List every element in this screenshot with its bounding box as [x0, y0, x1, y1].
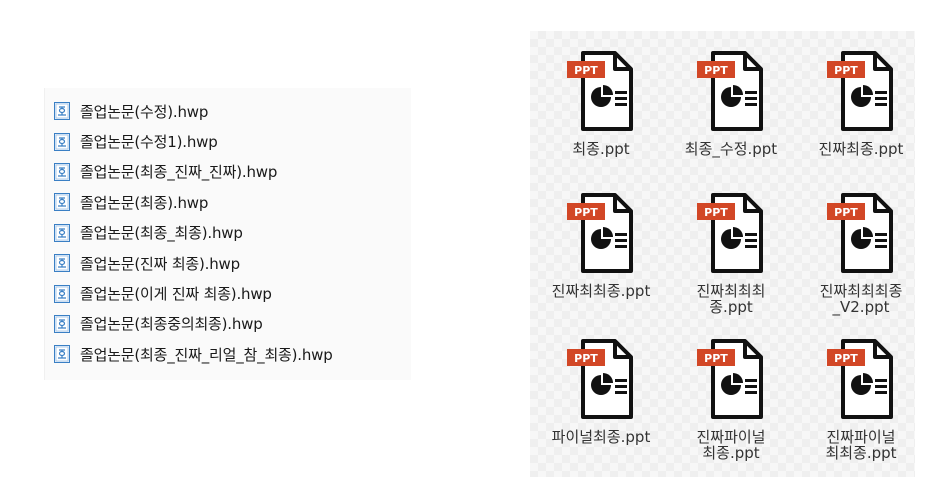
ppt-file-name-line: 진짜최최종.ppt — [551, 282, 651, 300]
ppt-document-icon: PPT — [567, 339, 633, 419]
ppt-file-name-line: 최종_수정.ppt — [684, 140, 778, 158]
hwp-file-item[interactable]: 졸업논문(최종중의최종).hwp — [45, 309, 411, 339]
ppt-file-name-line: 최종.ppt — [572, 140, 630, 158]
hwp-file-name: 졸업논문(수정1).hwp — [80, 133, 218, 152]
ppt-file-icon: PPT — [695, 191, 767, 275]
ppt-document-icon: PPT — [697, 339, 763, 419]
ppt-file-name-line: 진짜파이널 — [696, 428, 766, 446]
ppt-file-name-line: 진짜최종.ppt — [818, 140, 904, 158]
ppt-file-tile[interactable]: PPT 진짜최종.ppt — [798, 31, 924, 171]
ppt-file-icon: PPT — [565, 191, 637, 275]
hwp-document-icon — [54, 345, 70, 364]
ppt-file-tile[interactable]: PPT 진짜최최최 종.ppt — [668, 173, 794, 315]
hwp-document-icon — [54, 284, 70, 303]
ppt-file-tile[interactable]: PPT 최종_수정.ppt — [668, 31, 794, 171]
ppt-file-name-line: 진짜파이널 — [826, 428, 896, 446]
ppt-file-icon: PPT — [565, 337, 637, 421]
hwp-document-icon — [54, 162, 70, 181]
ppt-file-name-line: 파이널최종.ppt — [551, 428, 651, 446]
ppt-file-name-line: 진짜최최최종 — [819, 282, 903, 300]
hwp-file-name: 졸업논문(최종_진짜_진짜).hwp — [80, 163, 278, 182]
hwp-file-item[interactable]: 졸업논문(이게 진짜 최종).hwp — [45, 278, 411, 308]
hwp-file-name: 졸업논문(최종_최종).hwp — [80, 224, 243, 243]
ppt-badge-label: PPT — [574, 352, 598, 365]
ppt-file-icon: PPT — [825, 337, 897, 421]
hwp-document-icon — [54, 132, 70, 151]
ppt-file-name: 파이널최종.ppt — [538, 429, 664, 445]
hwp-file-item[interactable]: 졸업논문(수정1).hwp — [45, 126, 411, 156]
ppt-file-name-line: _V2.ppt — [832, 298, 890, 316]
hwp-file-name: 졸업논문(최종).hwp — [80, 193, 209, 212]
ppt-badge-label: PPT — [834, 352, 858, 365]
hwp-document-icon — [54, 193, 70, 212]
ppt-file-name: 진짜최최종.ppt — [538, 283, 664, 299]
ppt-file-tile[interactable]: PPT 진짜최최종.ppt — [538, 173, 664, 313]
ppt-badge-label: PPT — [834, 64, 858, 77]
hwp-file-name: 졸업논문(수정).hwp — [80, 102, 209, 121]
ppt-badge-label: PPT — [574, 206, 598, 219]
hwp-document-icon — [54, 314, 70, 333]
hwp-file-name: 졸업논문(이게 진짜 최종).hwp — [80, 285, 272, 304]
ppt-file-icon: PPT — [825, 49, 897, 133]
ppt-file-tile[interactable]: PPT 진짜파이널 최종.ppt — [668, 319, 794, 461]
ppt-file-name: 진짜파이널 최최종.ppt — [798, 429, 924, 461]
ppt-file-icon: PPT — [825, 191, 897, 275]
ppt-badge-label: PPT — [704, 64, 728, 77]
ppt-document-icon: PPT — [827, 193, 893, 273]
ppt-file-name-line: 종.ppt — [709, 298, 753, 316]
ppt-file-icon: PPT — [565, 49, 637, 133]
ppt-document-icon: PPT — [827, 339, 893, 419]
hwp-file-item[interactable]: 졸업논문(수정).hwp — [45, 96, 411, 126]
ppt-file-tile[interactable]: PPT 최종.ppt — [538, 31, 664, 171]
hwp-file-item[interactable]: 졸업논문(최종).hwp — [45, 187, 411, 217]
ppt-badge-label: PPT — [834, 206, 858, 219]
hwp-file-item[interactable]: 졸업논문(최종_진짜_리얼_참_최종).hwp — [45, 339, 411, 369]
ppt-file-tile[interactable]: PPT 진짜최최최종 _V2.ppt — [798, 173, 924, 315]
ppt-document-icon: PPT — [697, 51, 763, 131]
ppt-file-name: 진짜최종.ppt — [798, 141, 924, 157]
hwp-file-name: 졸업논문(최종_진짜_리얼_참_최종).hwp — [80, 345, 333, 364]
hwp-file-name: 졸업논문(최종중의최종).hwp — [80, 315, 263, 334]
hwp-file-item[interactable]: 졸업논문(진짜 최종).hwp — [45, 248, 411, 278]
hwp-document-icon — [54, 223, 70, 242]
hwp-document-icon — [54, 254, 70, 273]
ppt-badge-label: PPT — [704, 206, 728, 219]
ppt-file-name-line: 최종.ppt — [702, 444, 760, 462]
ppt-badge-label: PPT — [574, 64, 598, 77]
ppt-file-name: 최종.ppt — [538, 141, 664, 157]
ppt-document-icon: PPT — [567, 193, 633, 273]
ppt-file-tile[interactable]: PPT 파이널최종.ppt — [538, 319, 664, 459]
ppt-badge-label: PPT — [704, 352, 728, 365]
ppt-file-icon: PPT — [695, 337, 767, 421]
ppt-document-icon: PPT — [827, 51, 893, 131]
hwp-file-item[interactable]: 졸업논문(최종_진짜_진짜).hwp — [45, 157, 411, 187]
ppt-file-name: 진짜파이널 최종.ppt — [668, 429, 794, 461]
hwp-document-icon — [54, 102, 70, 121]
ppt-file-name-line: 최최종.ppt — [825, 444, 897, 462]
ppt-file-name: 진짜최최최종 _V2.ppt — [798, 283, 924, 315]
ppt-file-name-line: 진짜최최최 — [696, 282, 766, 300]
ppt-file-grid-panel: PPT 최종.ppt PPT 최종_수정.ppt PPT 진짜최종.ppt PPT 진짜최최종… — [530, 31, 915, 477]
hwp-file-item[interactable]: 졸업논문(최종_최종).hwp — [45, 218, 411, 248]
ppt-file-name: 진짜최최최 종.ppt — [668, 283, 794, 315]
hwp-file-list: 졸업논문(수정).hwp 졸업논문(수정1).hwp 졸업논문(최종_진짜_진짜).… — [45, 96, 411, 370]
hwp-file-list-panel: 졸업논문(수정).hwp 졸업논문(수정1).hwp 졸업논문(최종_진짜_진짜).… — [44, 88, 411, 380]
ppt-file-tile[interactable]: PPT 진짜파이널 최최종.ppt — [798, 319, 924, 461]
ppt-document-icon: PPT — [567, 51, 633, 131]
ppt-file-name: 최종_수정.ppt — [668, 141, 794, 157]
ppt-file-icon: PPT — [695, 49, 767, 133]
hwp-file-name: 졸업논문(진짜 최종).hwp — [80, 254, 240, 273]
ppt-document-icon: PPT — [697, 193, 763, 273]
